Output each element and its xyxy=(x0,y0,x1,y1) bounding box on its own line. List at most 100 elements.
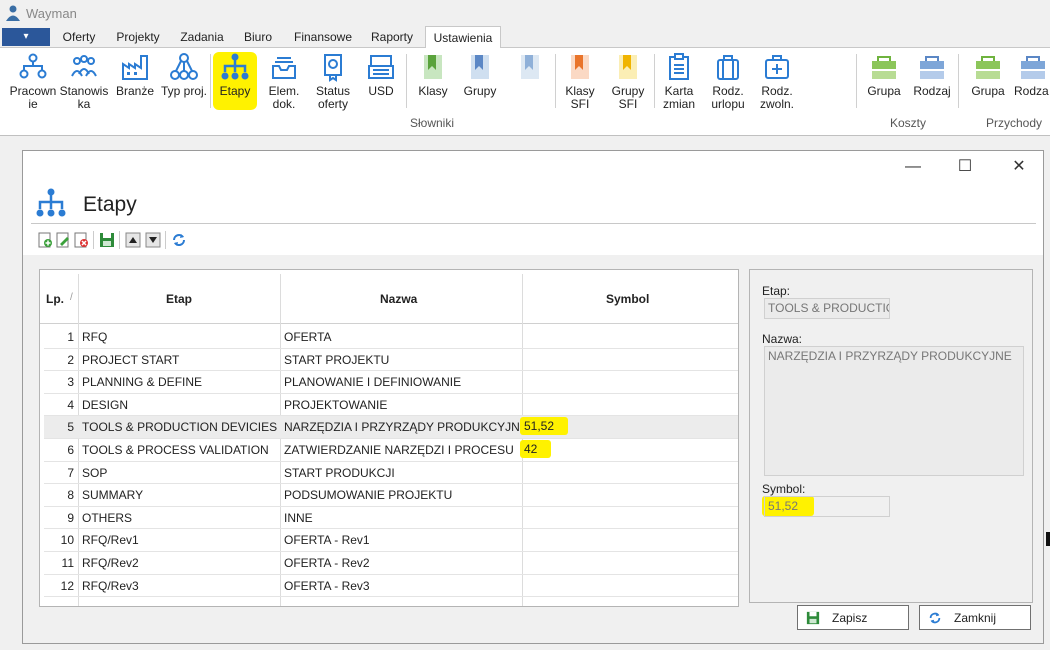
ribbon-separator xyxy=(958,54,959,108)
save-button[interactable]: Zapisz xyxy=(797,605,909,630)
table-row[interactable]: 9 OTHERS INNE xyxy=(44,507,738,530)
group-label-przychody: Przychody xyxy=(986,116,1043,130)
cell-nazwa: OFERTA - Rev1 xyxy=(284,533,370,548)
cell-nazwa: START PRODUKCJI xyxy=(284,465,395,480)
table-row[interactable]: 3 PLANNING & DEFINE PLANOWANIE I DEFINIOWA… xyxy=(44,371,738,394)
symbol-label: Symbol: xyxy=(762,482,806,496)
cell-lp: 7 xyxy=(67,465,74,480)
cell-etap: SUMMARY xyxy=(82,488,144,503)
table-row[interactable]: 5 TOOLS & PRODUCTION DEVICIES NARZĘDZIA I … xyxy=(44,416,738,439)
ribbon-karta-zmian-button[interactable]: Karta zmian xyxy=(658,52,700,111)
tab-finansowe[interactable]: Finansowe xyxy=(288,26,358,48)
ribbon-label-line2: oferty xyxy=(317,97,348,111)
ribbon-klasy-sfi-button[interactable]: Klasy SFI xyxy=(560,52,600,111)
table-row[interactable]: 12 RFQ/Rev3 OFERTA - Rev3 xyxy=(44,575,738,598)
toolbar-separator xyxy=(119,231,120,249)
suitcase-icon xyxy=(717,55,739,80)
cell-lp: 6 xyxy=(67,443,74,457)
tab-projekty[interactable]: Projekty xyxy=(110,26,166,48)
ribbon-label-line2: ka xyxy=(77,97,91,111)
tab-raporty[interactable]: Raporty xyxy=(366,26,418,48)
etap-field[interactable]: TOOLS & PRODUCTIO xyxy=(764,298,890,319)
people-tree-icon xyxy=(19,53,47,79)
edit-icon[interactable] xyxy=(55,232,71,248)
save-icon xyxy=(806,611,820,625)
ribbon-klasy-button[interactable]: Klasy xyxy=(412,52,454,98)
ribbon-separator xyxy=(555,54,556,108)
dialog-title: Etapy xyxy=(83,193,137,216)
nazwa-field[interactable]: NARZĘDZIA I PRZYRZĄDY PRODUKCYJNE xyxy=(764,346,1024,476)
cell-nazwa: ZATWIERDZANIE NARZĘDZI I PROCESU xyxy=(284,443,514,457)
refresh-icon[interactable] xyxy=(171,232,187,248)
ribbon-branze-button[interactable]: Branże xyxy=(112,52,158,98)
column-header-nazwa[interactable]: Nazwa xyxy=(380,292,417,306)
ribbon-elem-dok-button[interactable]: Elem. dok. xyxy=(262,52,306,111)
save-icon[interactable] xyxy=(99,232,115,248)
detail-panel: Etap: TOOLS & PRODUCTIO Nazwa: NARZĘDZIA… xyxy=(749,269,1033,603)
hierarchy-icon xyxy=(221,53,249,80)
table-row[interactable]: 1 RFQ OFERTA xyxy=(44,326,738,349)
cell-nazwa: NARZĘDZIA I PRZYRZĄDY PRODUKCYJNE xyxy=(284,420,528,435)
cell-lp: 1 xyxy=(67,330,74,344)
ribbon-rodz-urlopu-button[interactable]: Rodz. urlopu xyxy=(706,52,750,111)
register-icon xyxy=(368,55,394,79)
hierarchy-icon xyxy=(36,188,66,217)
ribbon-label-line2: dok. xyxy=(272,97,296,111)
close-dialog-button[interactable]: Zamknij xyxy=(919,605,1031,630)
ribbon-usd-button[interactable]: USD xyxy=(360,52,402,98)
column-header-lp[interactable]: Lp. xyxy=(46,292,64,306)
tab-oferty[interactable]: Oferty xyxy=(56,26,102,48)
table-row[interactable]: 8 SUMMARY PODSUMOWANIE PROJEKTU xyxy=(44,484,738,507)
table-row[interactable]: 6 TOOLS & PROCESS VALIDATION ZATWIERDZANIE… xyxy=(44,439,738,462)
symbol-field[interactable]: 51,52 xyxy=(764,496,890,517)
ribbon-label: Rodzaj xyxy=(913,84,951,98)
column-header-symbol[interactable]: Symbol xyxy=(606,292,649,306)
ribbon-przychody-grupa-button[interactable]: Grupa xyxy=(966,52,1010,98)
ribbon-status-oferty-button[interactable]: Status oferty xyxy=(310,52,356,111)
ribbon-label: Branże xyxy=(115,84,155,98)
ribbon-przychody-rodzaj-button[interactable]: Rodza xyxy=(1014,52,1050,98)
close-button-label: Zamknij xyxy=(954,611,997,625)
close-button[interactable]: ✕ xyxy=(999,155,1039,179)
maximize-button[interactable]: ☐ xyxy=(945,155,985,179)
bookmark-lightblue-icon xyxy=(521,55,539,79)
table-row[interactable]: 7 SOP START PRODUKCJI xyxy=(44,462,738,485)
cell-nazwa: PODSUMOWANIE PROJEKTU xyxy=(284,488,453,503)
grid-header: Lp. / Etap Nazwa Symbol xyxy=(40,270,738,324)
cell-etap: TOOLS & PROCESS VALIDATION xyxy=(82,443,269,457)
column-header-etap[interactable]: Etap xyxy=(166,292,192,306)
tab-zadania[interactable]: Zadania xyxy=(174,26,230,48)
ribbon-label: Etapy xyxy=(219,84,251,98)
tray-blue-icon xyxy=(920,56,944,79)
ribbon-koszty-grupa-button[interactable]: Grupa xyxy=(862,52,906,98)
delete-icon[interactable] xyxy=(73,232,89,248)
ribbon-blank-button[interactable] xyxy=(510,52,550,85)
ribbon-pracownicy-button[interactable]: Pracown ie xyxy=(8,52,58,111)
ribbon-etapy-button[interactable]: Etapy xyxy=(213,52,257,110)
tab-ustawienia[interactable]: Ustawienia xyxy=(425,26,501,49)
table-row[interactable]: 11 RFQ/Rev2 OFERTA - Rev2 xyxy=(44,552,738,575)
ribbon-typ-proj-button[interactable]: Typ proj. xyxy=(160,52,208,98)
ribbon-label: Typ proj. xyxy=(160,84,208,98)
ribbon-grupy-button[interactable]: Grupy xyxy=(458,52,502,98)
ribbon-grupy-sfi-button[interactable]: Grupy SFI xyxy=(608,52,648,111)
ribbon-label-line2: SFI xyxy=(570,97,590,111)
ribbon-stanowiska-button[interactable]: Stanowis ka xyxy=(58,52,110,111)
ribbon-rodz-zwoln-button[interactable]: Rodz. zwoln. xyxy=(754,52,800,111)
table-row[interactable]: 2 PROJECT START START PROJEKTU xyxy=(44,349,738,372)
ribbon-koszty-rodzaj-button[interactable]: Rodzaj xyxy=(910,52,954,98)
ribbon-label: Rodza xyxy=(1014,84,1049,98)
table-row[interactable]: 10 RFQ/Rev1 OFERTA - Rev1 xyxy=(44,529,738,552)
move-down-icon[interactable] xyxy=(145,232,161,248)
minimize-button[interactable]: — xyxy=(893,155,933,179)
move-up-icon[interactable] xyxy=(125,232,141,248)
ribbon-label-line2: ie xyxy=(28,97,38,111)
app-menu-button[interactable]: ▾ xyxy=(2,28,50,46)
tab-biuro[interactable]: Biuro xyxy=(238,26,278,48)
people-group-icon xyxy=(71,55,97,77)
tray-green-icon xyxy=(976,56,1000,79)
add-icon[interactable] xyxy=(37,232,53,248)
ribbon-label: Grupy xyxy=(463,84,497,98)
table-row[interactable]: 4 DESIGN PROJEKTOWANIE xyxy=(44,394,738,417)
cell-lp: 11 xyxy=(61,556,74,570)
